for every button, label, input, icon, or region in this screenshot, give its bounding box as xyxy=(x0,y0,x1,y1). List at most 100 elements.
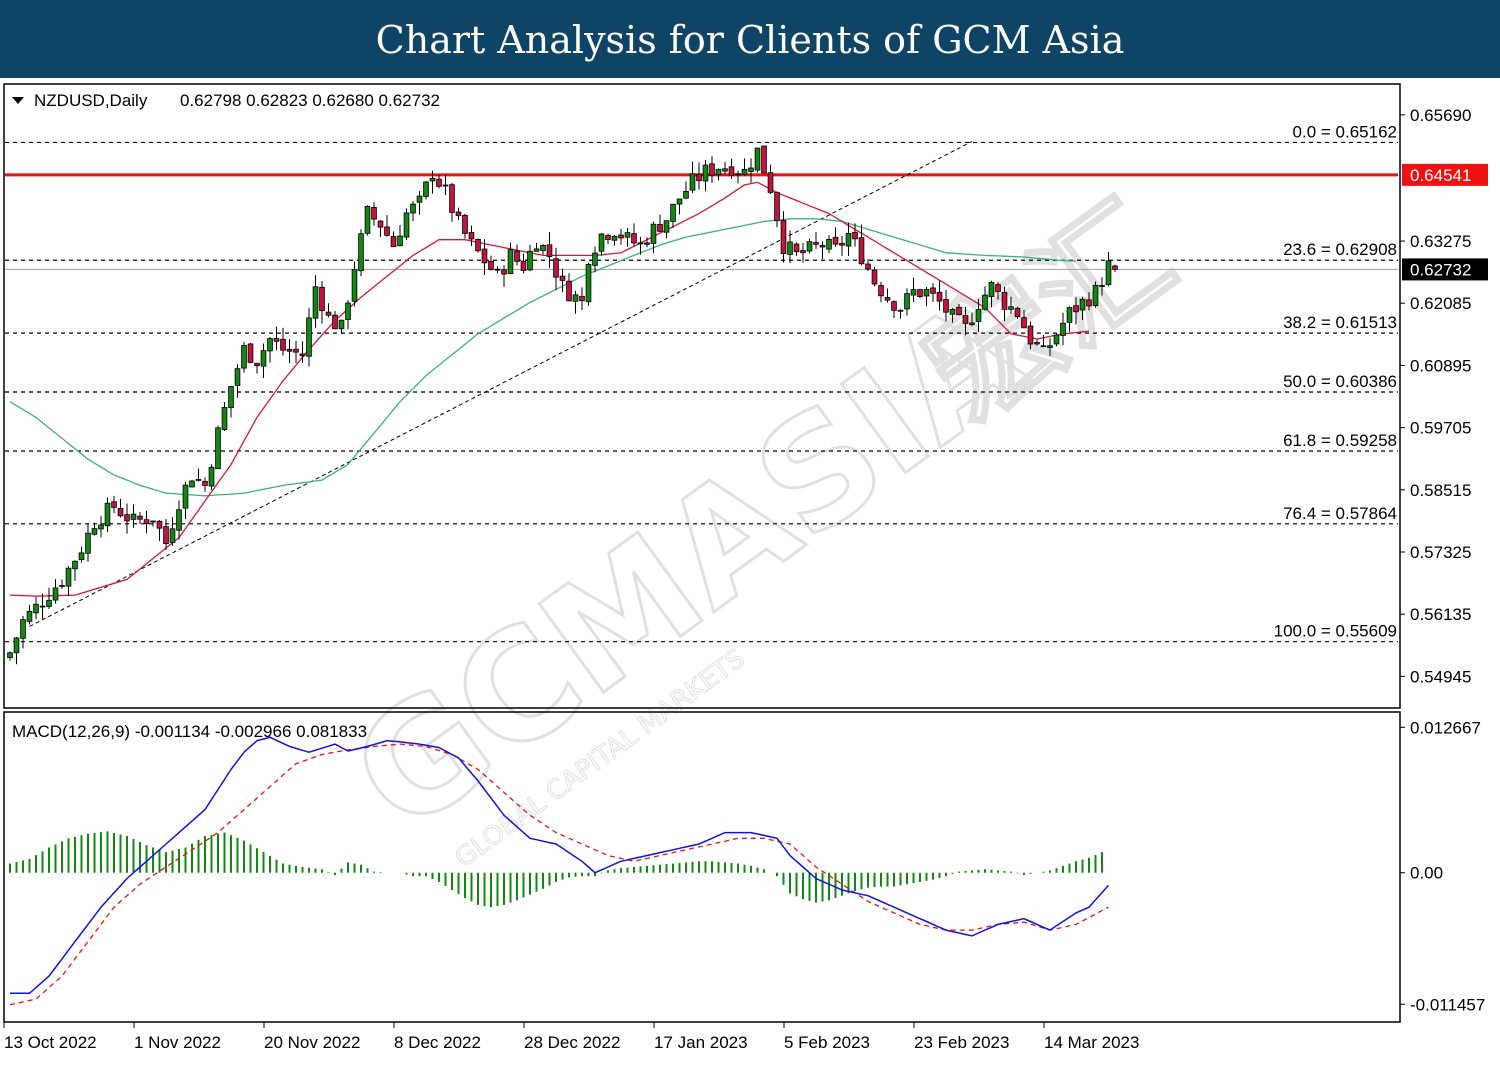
candle-body xyxy=(650,223,657,244)
candle-body xyxy=(631,233,637,244)
candle-body xyxy=(618,234,624,239)
candle-body xyxy=(442,184,449,187)
candle-body xyxy=(826,238,832,250)
candle-body xyxy=(13,637,20,654)
candle-body xyxy=(72,560,78,570)
candle-body xyxy=(754,147,761,171)
candle-body xyxy=(923,289,930,297)
candle-body xyxy=(143,519,150,525)
candle xyxy=(403,208,410,241)
candle-body xyxy=(787,241,793,255)
candle-body xyxy=(202,480,208,486)
candle-body xyxy=(208,466,215,487)
resistance-price-label: 0.64541 xyxy=(1410,166,1471,185)
candle-body xyxy=(260,350,267,367)
candle-body xyxy=(20,619,26,639)
candle xyxy=(475,238,481,253)
x-tick-label-5: 17 Jan 2023 xyxy=(654,1033,748,1052)
fib-label-5: 76.4 = 0.57864 xyxy=(1283,504,1397,523)
candle-body xyxy=(286,349,293,352)
candle-body xyxy=(696,173,702,182)
candle-body xyxy=(780,220,787,254)
candle-body xyxy=(501,269,507,275)
title-banner: Chart Analysis for Clients of GCM Asia xyxy=(0,0,1500,78)
candle-body xyxy=(150,520,156,523)
candle-body xyxy=(1047,345,1053,349)
candle-body xyxy=(104,502,111,527)
candle-body xyxy=(1060,322,1066,336)
candle-body xyxy=(65,567,72,587)
candle-body xyxy=(735,173,741,176)
candle-body xyxy=(858,237,865,265)
candle-body xyxy=(572,294,579,302)
candle-body xyxy=(299,353,306,357)
candle-body xyxy=(715,169,722,176)
candle-body xyxy=(364,205,371,234)
candle-body xyxy=(949,308,956,315)
candle-body xyxy=(325,311,332,316)
candle-body xyxy=(579,295,585,302)
candle-body xyxy=(358,233,364,272)
candle-body xyxy=(943,299,949,313)
candle-body xyxy=(7,652,13,658)
price-tick-label-8: 0.54945 xyxy=(1410,667,1471,686)
candle-body xyxy=(111,501,117,508)
candle xyxy=(754,147,761,173)
candle-body xyxy=(702,164,709,182)
candle-body xyxy=(410,203,416,214)
candle-body xyxy=(416,195,423,203)
candle-body xyxy=(514,250,520,262)
candle-body xyxy=(182,484,189,509)
candle-body xyxy=(995,284,1001,292)
fib-label-2: 38.2 = 0.61513 xyxy=(1283,313,1397,332)
candle-body xyxy=(1073,305,1079,313)
candle-body xyxy=(215,427,221,470)
candle-body xyxy=(910,289,917,296)
candle-body xyxy=(91,528,98,535)
candle-body xyxy=(156,520,163,529)
candle-body xyxy=(85,532,91,554)
candle-body xyxy=(403,212,410,238)
x-tick-label-1: 1 Nov 2022 xyxy=(134,1033,221,1052)
candle-body xyxy=(280,338,286,351)
candle-body xyxy=(1014,307,1021,318)
candle-body xyxy=(689,173,696,191)
fib-label-3: 50.0 = 0.60386 xyxy=(1283,372,1397,391)
candle-body xyxy=(1105,260,1112,285)
candle xyxy=(215,425,221,470)
current-price-label: 0.62732 xyxy=(1410,260,1471,279)
candle-body xyxy=(800,250,806,254)
candle-body xyxy=(884,297,891,301)
fib-label-6: 100.0 = 0.55609 xyxy=(1274,622,1397,641)
candle-body xyxy=(163,526,169,545)
price-tick-label-2: 0.62085 xyxy=(1410,294,1471,313)
candle-body xyxy=(533,248,540,252)
candle-body xyxy=(1027,325,1034,345)
candle-body xyxy=(611,235,618,241)
candle-body xyxy=(832,236,839,245)
candle-body xyxy=(78,552,85,561)
x-tick-label-0: 13 Oct 2022 xyxy=(4,1033,97,1052)
candle-body xyxy=(351,269,358,302)
candle-body xyxy=(267,338,273,352)
candle-body xyxy=(891,301,897,311)
candle-body xyxy=(228,386,234,409)
candle-body xyxy=(221,406,228,430)
candle-body xyxy=(137,515,143,520)
candle-body xyxy=(728,166,735,177)
candle-body xyxy=(624,232,631,238)
candle-body xyxy=(423,181,429,197)
candle-body xyxy=(982,294,988,310)
candle-body xyxy=(26,610,33,622)
candle-body xyxy=(33,603,39,614)
x-tick-label-7: 23 Feb 2023 xyxy=(914,1033,1009,1052)
candle-body xyxy=(527,250,533,271)
candle xyxy=(585,262,592,307)
candle xyxy=(761,145,767,174)
candle-body xyxy=(520,260,527,271)
candle-body xyxy=(377,220,384,228)
x-tick-label-6: 5 Feb 2023 xyxy=(784,1033,870,1052)
candle-body xyxy=(988,282,995,297)
macd-tick-label-2: -0.011457 xyxy=(1410,995,1485,1014)
candle-body xyxy=(598,233,605,252)
